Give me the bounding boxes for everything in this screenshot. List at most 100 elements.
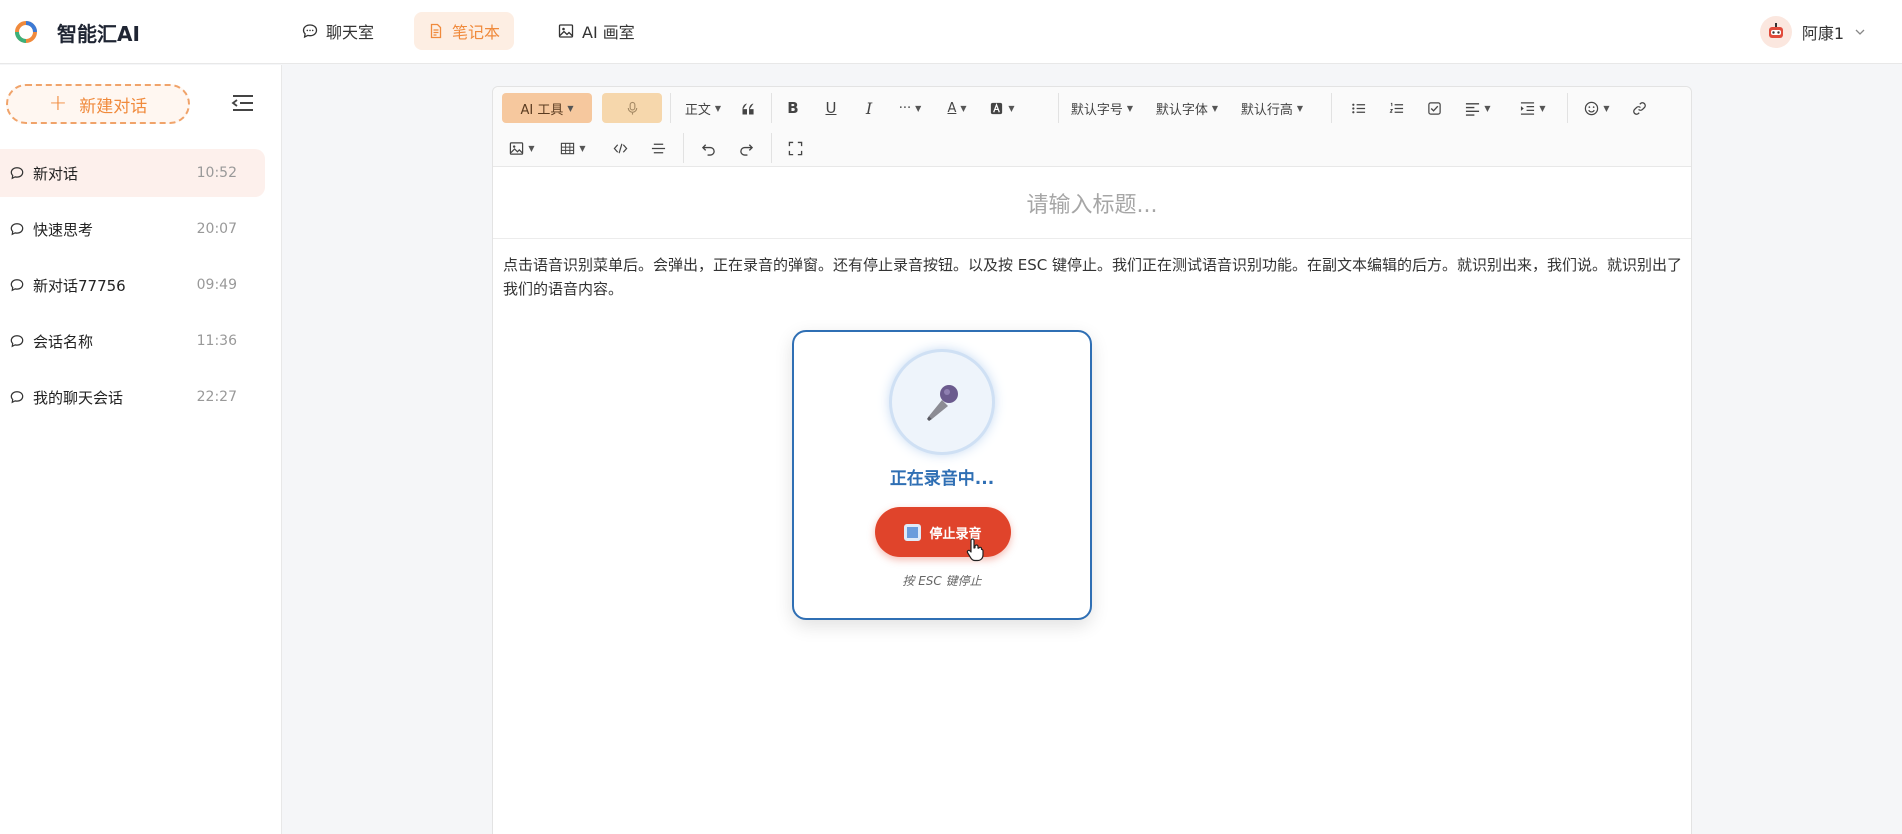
conversation-name: 会话名称 xyxy=(33,332,94,351)
tab-label: AI 画室 xyxy=(582,23,635,42)
redo-icon xyxy=(739,143,753,156)
title-input[interactable]: 请输入标题... xyxy=(493,167,1691,239)
toolbar-divider xyxy=(771,133,772,163)
toolbar-divider xyxy=(771,93,772,123)
editor-toolbar: AI 工具 ▼ 正文 ▼ B U I ··· ▼ A ▼ ▼ 默认字号 ▼ 默认… xyxy=(493,87,1691,167)
font-size-label: 默认字号 xyxy=(1070,102,1123,118)
conversation-time: 22:27 xyxy=(196,389,237,405)
user-menu[interactable]: 阿康1 xyxy=(1759,16,1866,48)
horizontal-rule-button[interactable] xyxy=(643,133,673,163)
collapse-sidebar-icon[interactable] xyxy=(230,92,256,114)
undo-button[interactable] xyxy=(693,133,723,163)
caret-down-icon: ▼ xyxy=(1539,103,1546,113)
numbered-list-icon xyxy=(1389,102,1403,113)
bulleted-list-icon xyxy=(1351,103,1365,113)
ai-tools-dropdown[interactable]: AI 工具 ▼ xyxy=(502,93,592,123)
font-family-dropdown[interactable]: 默认字体 ▼ xyxy=(1153,93,1221,123)
microphone-icon xyxy=(627,101,637,115)
caret-down-icon: ▼ xyxy=(960,103,967,113)
conversation-name: 快速思考 xyxy=(33,220,94,239)
bold-button[interactable]: B xyxy=(778,93,808,123)
heading-dropdown[interactable]: 正文 ▼ xyxy=(678,93,728,123)
rich-text-editor: AI 工具 ▼ 正文 ▼ B U I ··· ▼ A ▼ ▼ 默认字号 ▼ 默认… xyxy=(492,86,1692,834)
emoji-dropdown[interactable]: ▼ xyxy=(1577,93,1617,123)
tab-label: 笔记本 xyxy=(452,23,501,42)
indent-icon xyxy=(1521,101,1535,115)
tab-ai-studio[interactable]: AI 画室 xyxy=(544,12,649,50)
user-name: 阿康1 xyxy=(1801,24,1844,43)
recording-status: 正在录音中... xyxy=(889,469,995,489)
conversation-time: 11:36 xyxy=(196,333,237,349)
toolbar-divider xyxy=(1331,93,1332,123)
conversation-time: 09:49 xyxy=(196,277,237,293)
conversation-item[interactable]: 新对话 10:52 xyxy=(0,149,265,197)
conversation-item[interactable]: 快速思考 20:07 xyxy=(0,205,265,253)
insert-table-dropdown[interactable]: ▼ xyxy=(553,133,593,163)
caret-down-icon: ▼ xyxy=(714,103,722,113)
chat-bubble-icon xyxy=(10,335,24,348)
font-size-dropdown[interactable]: 默认字号 ▼ xyxy=(1068,93,1136,123)
conversation-list: 新对话 10:52 快速思考 20:07 新对话77756 09:49 会话名称… xyxy=(0,149,265,429)
chat-bubble-icon xyxy=(10,279,24,292)
ai-tools-label: AI 工具 xyxy=(520,102,564,118)
more-icon: ··· xyxy=(898,100,912,116)
fullscreen-icon xyxy=(788,141,802,155)
image-icon xyxy=(510,141,524,155)
caret-down-icon: ▼ xyxy=(528,143,535,153)
background-color-dropdown[interactable]: ▼ xyxy=(983,93,1021,123)
caret-down-icon: ▼ xyxy=(1484,103,1491,113)
align-dropdown[interactable]: ▼ xyxy=(1458,93,1498,123)
conversation-time: 10:52 xyxy=(196,165,237,181)
chat-bubble-icon xyxy=(10,167,24,180)
italic-icon: I xyxy=(865,98,873,118)
document-icon xyxy=(430,23,442,39)
toolbar-divider xyxy=(1058,93,1059,123)
bulleted-list-button[interactable] xyxy=(1343,93,1373,123)
numbered-list-button[interactable] xyxy=(1381,93,1411,123)
top-bar: 智能汇AI 聊天室 笔记本 AI 画室 阿康1 xyxy=(0,0,1902,64)
conversation-name: 新对话 xyxy=(33,164,79,183)
caret-down-icon: ▼ xyxy=(1603,103,1610,113)
smiley-icon xyxy=(1585,101,1599,115)
conversation-time: 20:07 xyxy=(196,221,237,237)
microphone-icon xyxy=(927,385,958,421)
italic-button[interactable]: I xyxy=(854,93,884,123)
divider-icon xyxy=(651,143,665,153)
insert-image-dropdown[interactable]: ▼ xyxy=(502,133,542,163)
conversation-item[interactable]: 我的聊天会话 22:27 xyxy=(0,373,265,421)
conversation-item[interactable]: 新对话77756 09:49 xyxy=(0,261,265,309)
code-icon xyxy=(613,143,627,153)
heading-label: 正文 xyxy=(684,102,711,118)
indent-dropdown[interactable]: ▼ xyxy=(1513,93,1553,123)
line-height-label: 默认行高 xyxy=(1240,102,1293,118)
caret-down-icon: ▼ xyxy=(1296,103,1304,113)
stop-recording-button[interactable]: 停止录音 xyxy=(875,507,1011,557)
editor-content[interactable]: 点击语音识别菜单后。会弹出，正在录音的弹窗。还有停止录音按钮。以及按 ESC 键… xyxy=(503,253,1683,301)
caret-down-icon: ▼ xyxy=(567,103,574,113)
tab-notebook[interactable]: 笔记本 xyxy=(414,12,515,50)
more-format-dropdown[interactable]: ··· ▼ xyxy=(891,93,929,123)
hand-pointer-cursor-icon xyxy=(966,538,984,562)
font-color-dropdown[interactable]: A ▼ xyxy=(938,93,976,123)
avatar xyxy=(1759,16,1792,48)
tab-chatroom[interactable]: 聊天室 xyxy=(288,12,388,50)
code-block-button[interactable] xyxy=(605,133,635,163)
todo-list-button[interactable] xyxy=(1419,93,1449,123)
voice-input-button[interactable] xyxy=(602,93,662,123)
conversation-item[interactable]: 会话名称 11:36 xyxy=(0,317,265,365)
underline-button[interactable]: U xyxy=(816,93,846,123)
toolbar-divider xyxy=(1567,93,1568,123)
app-title: 智能汇AI xyxy=(57,22,140,46)
table-icon xyxy=(561,142,575,154)
redo-button[interactable] xyxy=(731,133,761,163)
caret-down-icon: ▼ xyxy=(1211,103,1219,113)
insert-link-button[interactable] xyxy=(1624,93,1654,123)
underline-icon: U xyxy=(825,99,837,117)
blockquote-button[interactable] xyxy=(733,93,763,123)
font-family-label: 默认字体 xyxy=(1155,102,1208,118)
new-chat-button[interactable]: + 新建对话 xyxy=(6,84,190,124)
toolbar-divider xyxy=(683,133,684,163)
line-height-dropdown[interactable]: 默认行高 ▼ xyxy=(1238,93,1306,123)
fullscreen-button[interactable] xyxy=(780,133,810,163)
sidebar: + 新建对话 新对话 10:52 快速思考 20:07 新对话77756 09:… xyxy=(0,65,282,834)
